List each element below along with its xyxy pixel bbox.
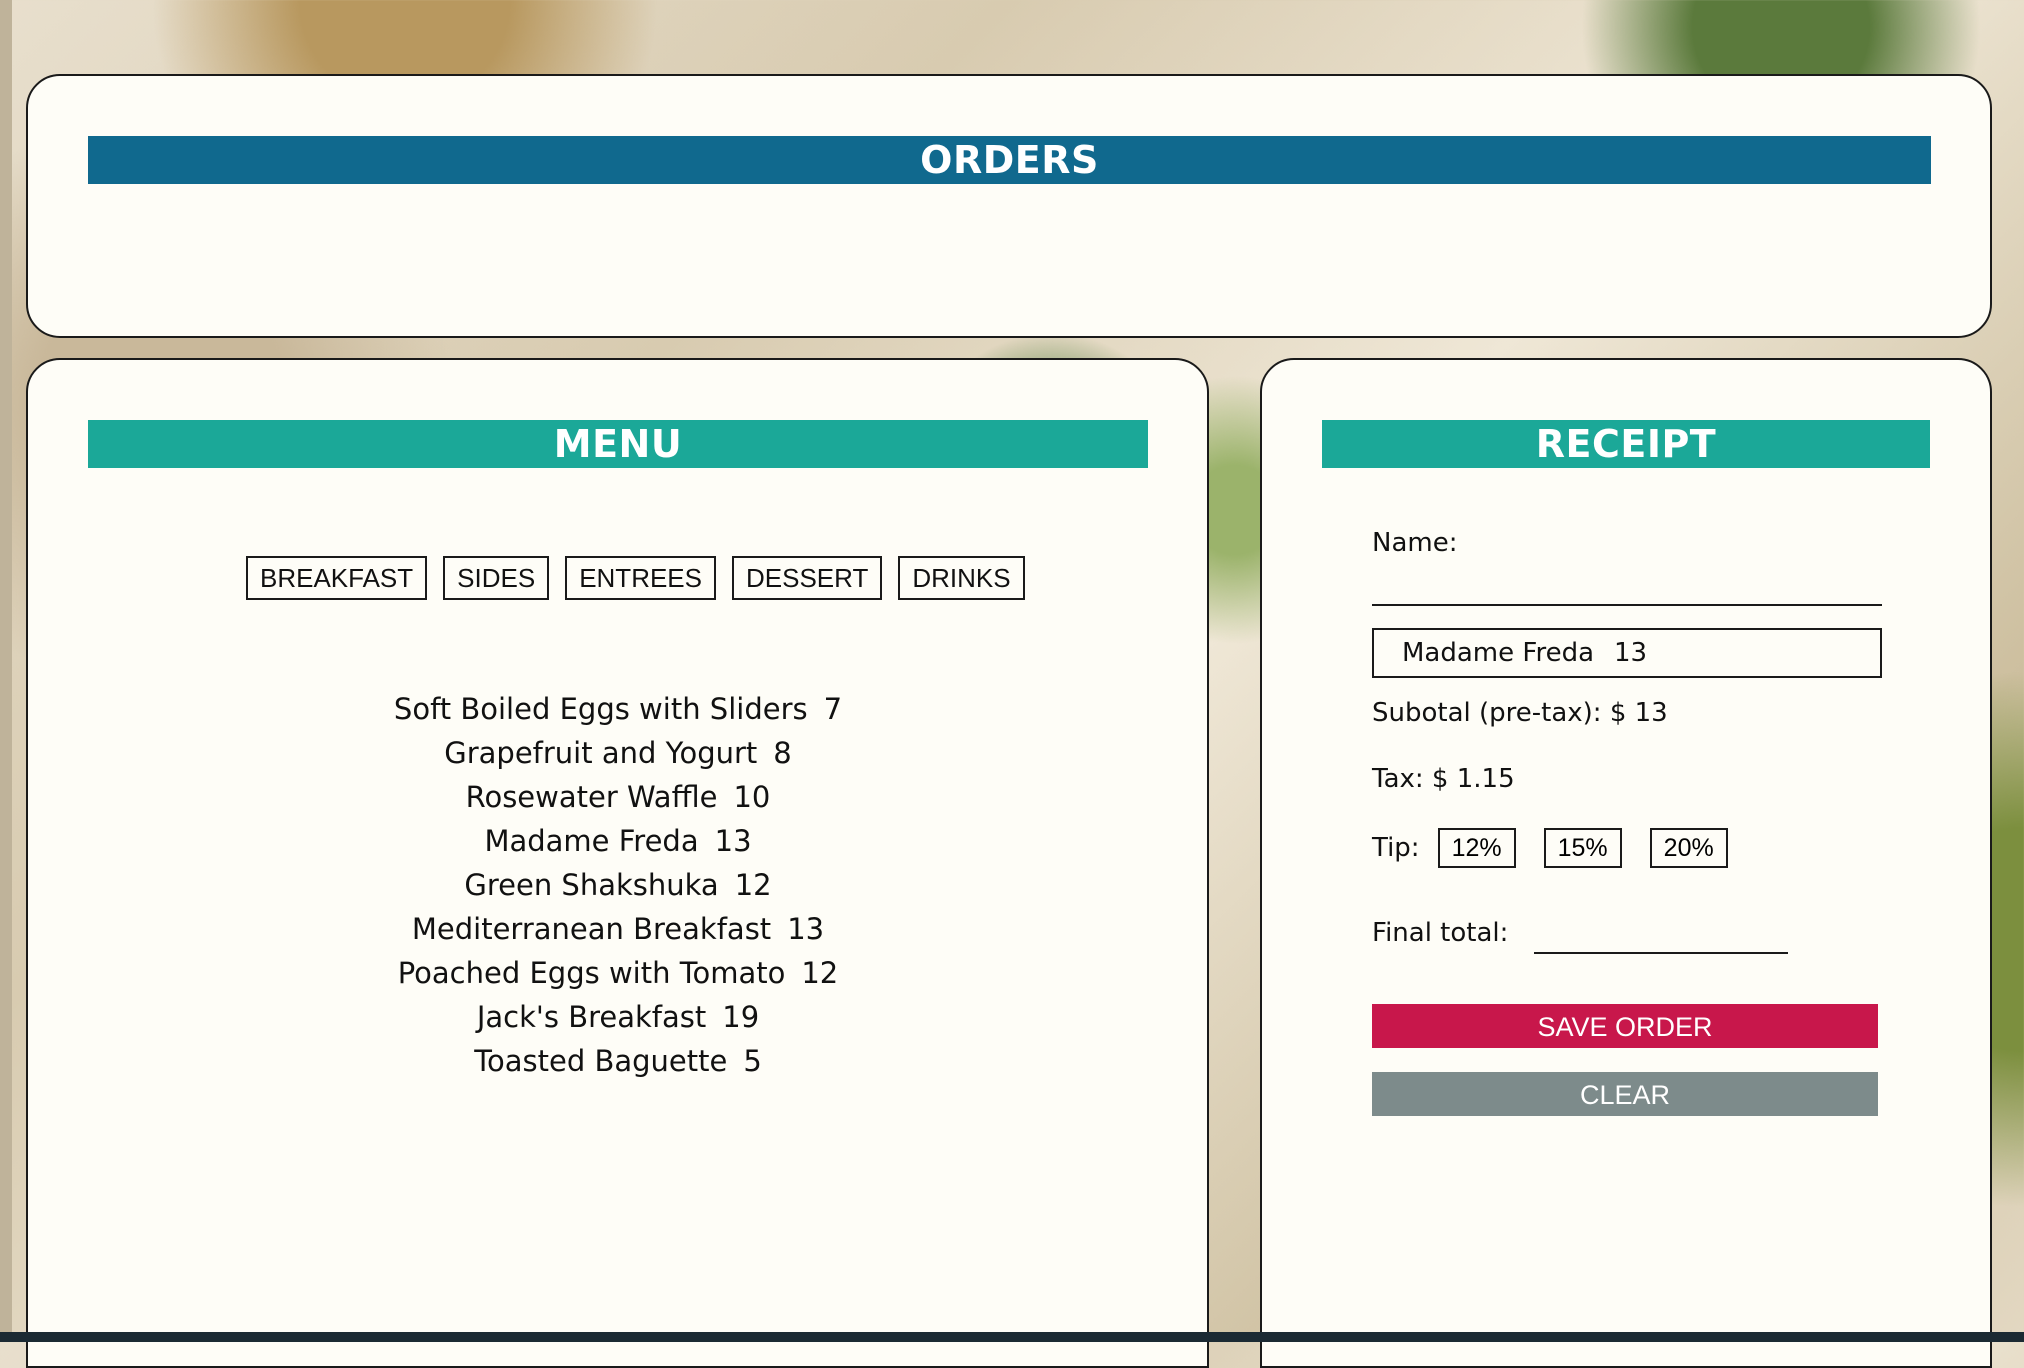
tab-drinks[interactable]: DRINKS	[898, 556, 1025, 600]
final-total-row: Final total:	[1372, 918, 1789, 954]
name-input[interactable]	[1372, 570, 1882, 606]
receipt-item-price: 13	[1614, 638, 1648, 668]
menu-item[interactable]: Mediterranean Breakfast 13	[88, 907, 1148, 951]
subtotal-text: Subotal (pre-tax): $ 13	[1372, 698, 1668, 728]
receipt-header: RECEIPT	[1322, 420, 1930, 468]
menu-item[interactable]: Jack's Breakfast 19	[88, 995, 1148, 1039]
menu-item[interactable]: Green Shakshuka 12	[88, 863, 1148, 907]
tip-label: Tip:	[1372, 833, 1420, 863]
tab-breakfast[interactable]: BREAKFAST	[246, 556, 428, 600]
final-total-value	[1534, 952, 1789, 954]
receipt-order-item[interactable]: Madame Freda 13	[1372, 628, 1882, 678]
menu-item[interactable]: Madame Freda 13	[88, 819, 1148, 863]
orders-header: ORDERS	[88, 136, 1931, 184]
tip-20-button[interactable]: 20%	[1649, 828, 1728, 868]
menu-item[interactable]: Poached Eggs with Tomato 12	[88, 951, 1148, 995]
menu-item-price: 8	[773, 736, 792, 770]
menu-item-price: 10	[733, 780, 771, 814]
final-total-label: Final total:	[1372, 918, 1509, 948]
menu-item-name: Toasted Baguette	[474, 1044, 728, 1078]
menu-item-price: 12	[734, 868, 772, 902]
menu-item-price: 7	[823, 692, 843, 726]
menu-item[interactable]: Rosewater Waffle 10	[88, 775, 1148, 819]
tip-15-button[interactable]: 15%	[1543, 828, 1622, 868]
menu-item[interactable]: Grapefruit and Yogurt 8	[88, 731, 1148, 775]
menu-item-name: Soft Boiled Eggs with Sliders	[393, 692, 808, 726]
menu-item-name: Green Shakshuka	[464, 868, 719, 902]
menu-item-name: Mediterranean Breakfast	[411, 912, 772, 946]
menu-item-name: Madame Freda	[484, 824, 699, 858]
menu-item-name: Poached Eggs with Tomato	[397, 956, 786, 990]
menu-item-price: 13	[714, 824, 752, 858]
receipt-item-name: Madame Freda	[1402, 638, 1595, 668]
background-edge	[0, 0, 12, 1342]
tax-text: Tax: $ 1.15	[1372, 764, 1515, 794]
menu-item-price: 5	[743, 1044, 762, 1078]
receipt-panel: RECEIPT Name: Madame Freda 13 Subotal (pr…	[1260, 358, 1992, 1368]
menu-item[interactable]: Soft Boiled Eggs with Sliders 7	[88, 687, 1148, 731]
menu-item-name: Grapefruit and Yogurt	[444, 736, 758, 770]
menu-item-name: Rosewater Waffle	[465, 780, 718, 814]
menu-item-price: 19	[722, 1000, 760, 1034]
tip-row: Tip: 12% 15% 20%	[1372, 828, 1728, 868]
menu-item[interactable]: Toasted Baguette 5	[88, 1039, 1148, 1083]
tip-12-button[interactable]: 12%	[1437, 828, 1516, 868]
menu-item-price: 13	[787, 912, 825, 946]
save-order-button[interactable]: SAVE ORDER	[1372, 1004, 1878, 1048]
menu-header: MENU	[88, 420, 1148, 468]
tab-entrees[interactable]: ENTREES	[565, 556, 716, 600]
clear-button[interactable]: CLEAR	[1372, 1072, 1878, 1116]
menu-item-name: Jack's Breakfast	[476, 1000, 707, 1034]
menu-panel: MENU BREAKFAST SIDES ENTREES DESSERT DRI…	[26, 358, 1209, 1368]
orders-panel: ORDERS	[26, 74, 1992, 338]
menu-item-list: Soft Boiled Eggs with Sliders 7 Grapefrui…	[88, 687, 1148, 1083]
tab-sides[interactable]: SIDES	[443, 556, 550, 600]
name-label: Name:	[1372, 528, 1458, 558]
tab-dessert[interactable]: DESSERT	[732, 556, 883, 600]
bottom-bar	[0, 1332, 2024, 1342]
menu-category-tabs: BREAKFAST SIDES ENTREES DESSERT DRINKS	[246, 556, 1025, 600]
menu-item-price: 12	[801, 956, 839, 990]
